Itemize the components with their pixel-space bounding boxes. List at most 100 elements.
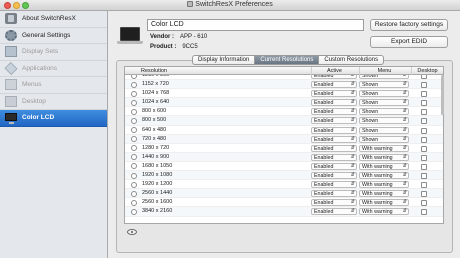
menu-popup[interactable]: Shown ⇵ bbox=[359, 90, 409, 98]
table-row[interactable]: 1152 x 720 Enabled ⇵ Shown ⇵ bbox=[125, 80, 443, 90]
desktop-checkbox[interactable] bbox=[421, 209, 427, 216]
tab-custom-resolutions[interactable]: Custom Resolutions bbox=[318, 55, 385, 65]
table-row[interactable]: 1920 x 1200 Enabled ⇵ With warning ⇵ bbox=[125, 180, 443, 190]
table-row[interactable]: 720 x 480 Enabled ⇵ Shown ⇵ bbox=[125, 134, 443, 144]
table-row[interactable]: 800 x 600 Enabled ⇵ Shown ⇵ bbox=[125, 107, 443, 117]
menu-popup[interactable]: Shown ⇵ bbox=[359, 135, 409, 143]
desktop-checkbox[interactable] bbox=[421, 127, 427, 134]
preview-eye-icon[interactable] bbox=[127, 229, 137, 235]
desktop-checkbox[interactable] bbox=[421, 145, 427, 152]
table-row[interactable]: 2560 x 1440 Enabled ⇵ With warning ⇵ bbox=[125, 189, 443, 199]
menu-popup[interactable]: With warning ⇵ bbox=[359, 144, 409, 152]
active-popup[interactable]: Enabled ⇵ bbox=[311, 117, 357, 125]
menu-popup[interactable]: With warning ⇵ bbox=[359, 172, 409, 180]
desktop-checkbox[interactable] bbox=[421, 100, 427, 107]
menu-popup[interactable]: Shown ⇵ bbox=[359, 108, 409, 116]
desktop-checkbox[interactable] bbox=[421, 136, 427, 143]
display-name-field[interactable]: Color LCD bbox=[147, 19, 364, 31]
resolution-radio[interactable] bbox=[131, 108, 137, 115]
resolution-radio[interactable] bbox=[131, 181, 137, 188]
resolution-radio[interactable] bbox=[131, 208, 137, 215]
sidebar-item-applications[interactable]: Applications bbox=[0, 61, 107, 77]
menu-popup[interactable]: Shown ⇵ bbox=[359, 117, 409, 125]
menu-popup[interactable]: With warning ⇵ bbox=[359, 190, 409, 198]
table-row[interactable]: 1920 x 1080 Enabled ⇵ With warning ⇵ bbox=[125, 171, 443, 181]
table-row[interactable]: 1440 x 900 Enabled ⇵ With warning ⇵ bbox=[125, 152, 443, 162]
resolution-radio[interactable] bbox=[131, 154, 137, 161]
active-value: Enabled bbox=[314, 82, 334, 89]
resolution-radio[interactable] bbox=[131, 163, 137, 170]
active-popup[interactable]: Enabled ⇵ bbox=[311, 81, 357, 89]
desktop-checkbox[interactable] bbox=[421, 200, 427, 207]
popup-arrows-icon: ⇵ bbox=[402, 126, 407, 133]
menu-popup[interactable]: Shown ⇵ bbox=[359, 99, 409, 107]
resolution-radio[interactable] bbox=[131, 90, 137, 97]
column-header-resolution[interactable]: Resolution bbox=[139, 67, 305, 75]
table-scrollbar[interactable] bbox=[441, 75, 444, 115]
active-popup[interactable]: Enabled ⇵ bbox=[311, 90, 357, 98]
resolution-radio[interactable] bbox=[131, 117, 137, 124]
menu-popup[interactable]: With warning ⇵ bbox=[359, 181, 409, 189]
sidebar-item-color-lcd[interactable]: Color LCD bbox=[0, 110, 107, 127]
desktop-checkbox[interactable] bbox=[421, 118, 427, 125]
resolution-radio[interactable] bbox=[131, 172, 137, 179]
column-header-active[interactable]: Active bbox=[311, 67, 357, 75]
desktop-checkbox[interactable] bbox=[421, 191, 427, 198]
tab-display-information[interactable]: Display Information bbox=[192, 55, 255, 65]
table-row[interactable]: 1024 x 640 Enabled ⇵ Shown ⇵ bbox=[125, 98, 443, 108]
desktop-checkbox[interactable] bbox=[421, 173, 427, 180]
table-row[interactable]: 1680 x 1050 Enabled ⇵ With warning ⇵ bbox=[125, 162, 443, 172]
active-popup[interactable]: Enabled ⇵ bbox=[311, 108, 357, 116]
resolution-radio[interactable] bbox=[131, 145, 137, 152]
desktop-checkbox[interactable] bbox=[421, 91, 427, 98]
resolution-radio[interactable] bbox=[131, 190, 137, 197]
desktop-checkbox[interactable] bbox=[421, 109, 427, 116]
desktop-checkbox[interactable] bbox=[421, 82, 427, 89]
menu-popup[interactable]: With warning ⇵ bbox=[359, 162, 409, 170]
active-popup[interactable]: Enabled ⇵ bbox=[311, 162, 357, 170]
table-row[interactable]: 2560 x 1600 Enabled ⇵ With warning ⇵ bbox=[125, 198, 443, 208]
resolution-radio[interactable] bbox=[131, 81, 137, 88]
desktop-checkbox[interactable] bbox=[421, 182, 427, 189]
active-popup[interactable]: Enabled ⇵ bbox=[311, 181, 357, 189]
table-row[interactable]: 1280 x 720 Enabled ⇵ With warning ⇵ bbox=[125, 144, 443, 153]
resolution-radio[interactable] bbox=[131, 99, 137, 106]
sidebar-item-desktop[interactable]: Desktop bbox=[0, 94, 107, 110]
active-popup[interactable]: Enabled ⇵ bbox=[311, 190, 357, 198]
restore-factory-settings-button[interactable]: Restore factory settings bbox=[370, 19, 448, 31]
popup-arrows-icon: ⇵ bbox=[350, 99, 355, 106]
sidebar-item-display-sets[interactable]: Display Sets bbox=[0, 44, 107, 61]
resolution-radio[interactable] bbox=[131, 127, 137, 134]
active-popup[interactable]: Enabled ⇵ bbox=[311, 208, 357, 216]
table-row[interactable]: 800 x 500 Enabled ⇵ Shown ⇵ bbox=[125, 116, 443, 126]
sidebar-item-menus[interactable]: Menus bbox=[0, 77, 107, 94]
active-popup[interactable]: Enabled ⇵ bbox=[311, 153, 357, 161]
active-popup[interactable]: Enabled ⇵ bbox=[311, 135, 357, 143]
desktop-checkbox[interactable] bbox=[421, 163, 427, 170]
table-row[interactable]: 1024 x 768 Enabled ⇵ Shown ⇵ bbox=[125, 89, 443, 99]
sidebar-item-general-settings[interactable]: General Settings bbox=[0, 28, 107, 44]
menu-popup[interactable]: Shown ⇵ bbox=[359, 81, 409, 89]
menu-popup[interactable]: With warning ⇵ bbox=[359, 153, 409, 161]
active-popup[interactable]: Enabled ⇵ bbox=[311, 199, 357, 207]
menu-popup[interactable]: With warning ⇵ bbox=[359, 208, 409, 216]
resolution-radio[interactable] bbox=[131, 136, 137, 143]
tab-current-resolutions[interactable]: Current Resolutions bbox=[254, 55, 319, 65]
resolution-cell: 1280 x 720 bbox=[142, 144, 170, 151]
active-popup[interactable]: Enabled ⇵ bbox=[311, 126, 357, 134]
desktop-checkbox[interactable] bbox=[421, 154, 427, 161]
table-row[interactable]: 3840 x 2160 Enabled ⇵ With warning ⇵ bbox=[125, 207, 443, 217]
export-edid-button[interactable]: Export EDID bbox=[370, 36, 448, 48]
table-row[interactable]: 640 x 480 Enabled ⇵ Shown ⇵ bbox=[125, 126, 443, 135]
active-popup[interactable]: Enabled ⇵ bbox=[311, 144, 357, 152]
active-popup[interactable]: Enabled ⇵ bbox=[311, 172, 357, 180]
active-value: Enabled bbox=[314, 109, 334, 116]
column-header-menu[interactable]: Menu bbox=[359, 67, 409, 75]
resolution-cell: 2560 x 1440 bbox=[142, 190, 173, 197]
sidebar-item-about[interactable]: About SwitchResX bbox=[0, 11, 107, 28]
menu-popup[interactable]: With warning ⇵ bbox=[359, 199, 409, 207]
menu-popup[interactable]: Shown ⇵ bbox=[359, 126, 409, 134]
resolution-radio[interactable] bbox=[131, 199, 137, 206]
column-header-desktop[interactable]: Desktop bbox=[411, 67, 443, 75]
active-popup[interactable]: Enabled ⇵ bbox=[311, 99, 357, 107]
